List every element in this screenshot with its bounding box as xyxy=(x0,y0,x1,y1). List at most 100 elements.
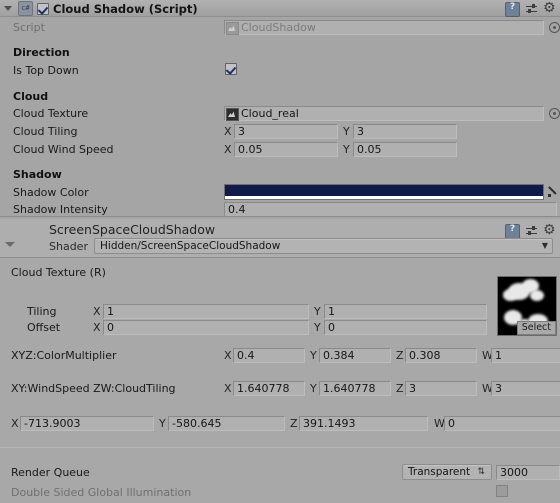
cloud-texture-object-field[interactable]: Cloud_real xyxy=(224,106,544,121)
render-queue-dropdown-value: Transparent xyxy=(408,466,471,478)
tiling-y-axis: Y xyxy=(314,305,321,318)
cloud-texture-thumbnail xyxy=(226,108,239,121)
windspeed-z-axis: Z xyxy=(396,382,404,395)
unnamed-vector-y-axis: Y xyxy=(159,417,166,430)
color-multiplier-y-input[interactable]: 0.384 xyxy=(319,348,391,363)
cloud-tiling-x-axis: X xyxy=(224,125,232,138)
color-multiplier-z-input[interactable]: 0.308 xyxy=(405,348,477,363)
preset-icon[interactable] xyxy=(525,3,538,16)
help-icon[interactable] xyxy=(505,2,520,17)
unnamed-vector-y-input[interactable]: -580.645 xyxy=(168,416,285,431)
cloud-texture-row: Cloud Texture Cloud_real xyxy=(0,105,560,122)
cloud-tiling-label: Cloud Tiling xyxy=(13,125,78,138)
double-sided-gi-label: Double Sided Global Illumination xyxy=(11,486,192,499)
color-multiplier-label: XYZ:ColorMultiplier xyxy=(11,349,117,362)
eyedropper-icon[interactable] xyxy=(547,185,560,199)
offset-x-input[interactable]: 0 xyxy=(103,320,309,335)
shadow-color-swatch[interactable] xyxy=(224,184,544,200)
material-footer-divider xyxy=(0,447,560,448)
script-row: Script CloudShadow xyxy=(0,19,560,36)
tiling-row: Tiling X 1 Y 1 xyxy=(0,303,560,320)
unnamed-vector-row: X -713.9003 Y -580.645 Z 391.1493 W 0 xyxy=(0,415,560,432)
cloud-tiling-y-axis: Y xyxy=(343,125,350,138)
cloud-wind-speed-y-input[interactable]: 0.05 xyxy=(353,142,457,157)
windspeed-w-input[interactable]: 3 xyxy=(491,381,560,396)
panel-divider xyxy=(0,216,560,217)
chevron-down-icon: ▼ xyxy=(541,241,548,250)
color-multiplier-x-input[interactable]: 0.4 xyxy=(233,348,305,363)
direction-section-label: Direction xyxy=(13,46,70,59)
script-asset-thumbnail xyxy=(226,22,239,35)
shadow-intensity-input[interactable]: 0.4 xyxy=(224,202,557,217)
script-label: Script xyxy=(13,21,45,34)
script-object-field[interactable]: CloudShadow xyxy=(224,20,544,35)
double-sided-gi-checkbox[interactable] xyxy=(496,485,508,497)
cloud-texture-label: Cloud Texture xyxy=(13,107,89,120)
preset-icon[interactable] xyxy=(525,225,538,238)
windspeed-cloudtiling-row: XY:WindSpeed ZW:CloudTiling X 1.640778 Y… xyxy=(0,380,560,397)
color-multiplier-y-axis: Y xyxy=(310,349,317,362)
direction-section-header-row: Direction xyxy=(0,44,560,61)
cloud-texture-object-picker[interactable] xyxy=(549,108,560,119)
csharp-script-icon: c# xyxy=(18,1,33,16)
shadow-section-label: Shadow xyxy=(13,168,62,181)
offset-x-axis: X xyxy=(93,321,101,334)
render-queue-label: Render Queue xyxy=(11,466,90,479)
unity-inspector: c# Cloud Shadow (Script) Script CloudSha… xyxy=(0,0,560,503)
help-icon[interactable] xyxy=(505,224,520,239)
tiling-x-input[interactable]: 1 xyxy=(103,304,309,319)
cloud-wind-speed-label: Cloud Wind Speed xyxy=(13,143,114,156)
windspeed-x-input[interactable]: 1.640778 xyxy=(233,381,305,396)
material-header: ScreenSpaceCloudShadow Shader Hidden/Scr… xyxy=(0,219,560,258)
gear-icon[interactable] xyxy=(543,0,556,16)
unnamed-vector-x-input[interactable]: -713.9003 xyxy=(20,416,154,431)
shader-dropdown[interactable]: Hidden/ScreenSpaceCloudShadow ▼ xyxy=(94,238,553,254)
script-object-picker[interactable] xyxy=(549,22,560,33)
is-top-down-row: Is Top Down xyxy=(0,62,560,79)
windspeed-z-input[interactable]: 3 xyxy=(405,381,477,396)
tiling-x-axis: X xyxy=(93,305,101,318)
component-title: Cloud Shadow (Script) xyxy=(53,1,198,16)
windspeed-cloudtiling-label: XY:WindSpeed ZW:CloudTiling xyxy=(11,382,176,395)
component-header[interactable]: c# Cloud Shadow (Script) xyxy=(0,0,560,17)
color-multiplier-x-axis: X xyxy=(224,349,232,362)
cloud-shadow-component-panel: c# Cloud Shadow (Script) Script CloudSha… xyxy=(0,0,560,217)
cloud-wind-speed-row: Cloud Wind Speed X 0.05 Y 0.05 xyxy=(0,141,560,158)
material-header-icons xyxy=(505,222,556,239)
cloud-texture-property-row: Cloud Texture (R) xyxy=(0,264,560,281)
cloud-tiling-y-input[interactable]: 3 xyxy=(353,124,457,139)
cloud-wind-speed-x-input[interactable]: 0.05 xyxy=(234,142,338,157)
shadow-color-label: Shadow Color xyxy=(13,186,89,199)
unnamed-vector-x-axis: X xyxy=(11,417,19,430)
is-top-down-label: Is Top Down xyxy=(13,64,79,77)
double-sided-gi-row: Double Sided Global Illumination xyxy=(0,484,560,501)
render-queue-value-input[interactable]: 3000 xyxy=(496,465,560,480)
offset-label: Offset xyxy=(27,321,61,334)
shader-label: Shader xyxy=(49,240,88,253)
render-queue-dropdown[interactable]: Transparent ⇅ xyxy=(402,464,492,480)
cloud-section-label: Cloud xyxy=(13,90,49,103)
unnamed-vector-w-input[interactable]: 0 xyxy=(444,416,560,431)
component-enabled-checkbox[interactable] xyxy=(37,2,49,15)
component-header-icons xyxy=(505,0,556,17)
tiling-label: Tiling xyxy=(27,305,57,318)
windspeed-x-axis: X xyxy=(224,382,232,395)
is-top-down-checkbox[interactable] xyxy=(225,63,237,75)
cloud-tiling-row: Cloud Tiling X 3 Y 3 xyxy=(0,123,560,140)
cloud-texture-property-label: Cloud Texture (R) xyxy=(11,266,106,279)
gear-icon[interactable] xyxy=(543,222,556,238)
shadow-color-row: Shadow Color xyxy=(0,184,560,201)
material-foldout-arrow[interactable] xyxy=(5,239,16,250)
cloud-section-header-row: Cloud xyxy=(0,88,560,105)
unnamed-vector-z-input[interactable]: 391.1493 xyxy=(299,416,428,431)
component-foldout-arrow[interactable] xyxy=(3,3,14,14)
offset-row: Offset X 0 Y 0 xyxy=(0,319,560,336)
windspeed-y-input[interactable]: 1.640778 xyxy=(319,381,391,396)
offset-y-axis: Y xyxy=(314,321,321,334)
cloud-tiling-x-input[interactable]: 3 xyxy=(234,124,338,139)
offset-y-input[interactable]: 0 xyxy=(324,320,487,335)
cloud-wind-speed-y-axis: Y xyxy=(343,143,350,156)
color-multiplier-w-input[interactable]: 1 xyxy=(491,348,560,363)
tiling-y-input[interactable]: 1 xyxy=(324,304,487,319)
windspeed-y-axis: Y xyxy=(310,382,317,395)
